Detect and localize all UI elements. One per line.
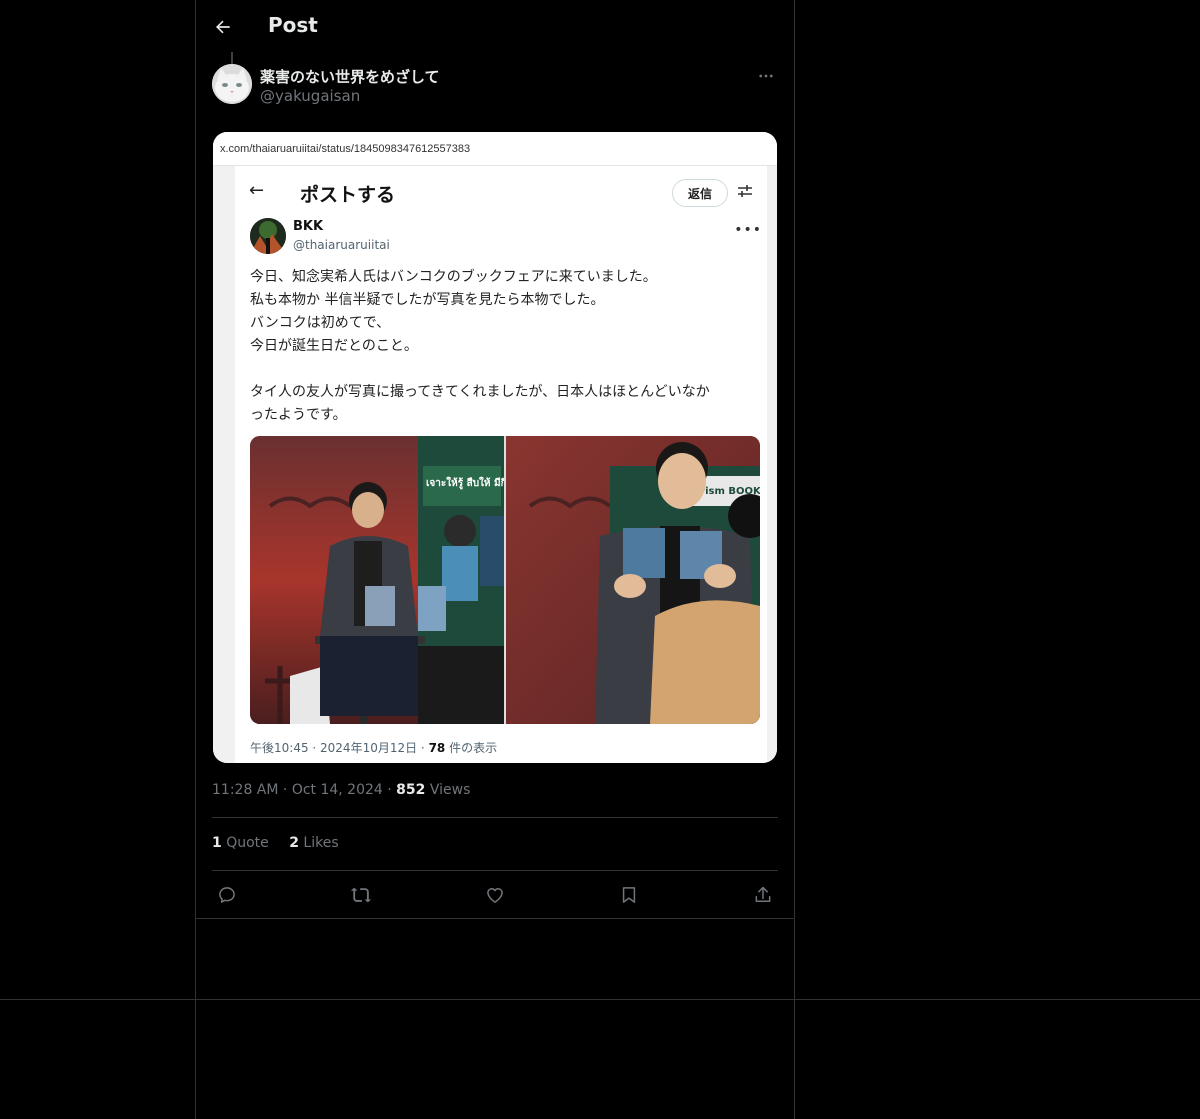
inner-margin-right [767, 166, 777, 763]
divider [212, 870, 778, 871]
sliders-icon [738, 185, 752, 197]
bookmark-icon [622, 887, 636, 903]
views-label: Views [429, 782, 471, 798]
likes-link[interactable]: 2 Likes [289, 835, 338, 851]
arrow-left-icon [216, 20, 230, 34]
more-options-button[interactable] [754, 64, 778, 88]
quotes-link[interactable]: 1 Quote [212, 835, 269, 851]
url-bar: x.com/thaiaruaruiitai/status/18450983476… [213, 132, 777, 166]
reply-icon [219, 887, 235, 903]
inner-text-line: バンコクは初めてで、 [250, 315, 391, 331]
inner-meta-views-count: 78 [428, 741, 446, 755]
inner-author: BKK @thaiaruaruiitai ••• [250, 218, 762, 258]
like-button[interactable] [483, 883, 507, 907]
meta-separator: · [387, 782, 397, 798]
inner-reply-button: 返信 [672, 179, 728, 207]
cat-avatar-image [212, 64, 252, 104]
book-fair-photo: เจาะให้รู้ สืบให้ มีกิโตะ prism BOOK TA [250, 436, 760, 724]
likes-label: Likes [303, 835, 339, 851]
inner-meta: 午後10:45 · 2024年10月12日 · 78 件の表示 [250, 739, 497, 756]
meta-separator: · [282, 782, 292, 798]
inner-text-gap [250, 358, 762, 381]
post-author: 薬害のない世界をめざして @yakugaisan [212, 64, 778, 108]
inner-post-text: 今日、知念実希人氏はバンコクのブックフェアに来ていました。 私も本物か 半信半疑… [250, 266, 762, 427]
reply-button[interactable] [215, 883, 239, 907]
author-display-name[interactable]: 薬害のない世界をめざして [260, 66, 440, 87]
inner-text-line: 今日が誕生日だとのこと。 [250, 338, 418, 354]
back-button[interactable] [206, 10, 240, 44]
post-time[interactable]: 11:28 AM [212, 782, 278, 798]
column-border-right [794, 0, 795, 1119]
bookmark-button[interactable] [617, 883, 641, 907]
author-handle[interactable]: @yakugaisan [260, 87, 360, 105]
repost-icon [350, 887, 372, 903]
inner-meta-views-label: 件の表示 [445, 741, 498, 755]
inner-handle: @thaiaruaruiitai [293, 238, 390, 252]
quote-count: 1 [212, 835, 222, 851]
inner-title: ポストする [300, 184, 396, 206]
inner-meta-time: 午後10:45 · 2024年10月12日 · [250, 741, 429, 755]
post-meta: 11:28 AM · Oct 14, 2024 · 852 Views [212, 782, 470, 798]
inner-text-line: 私も本物か 半信半疑でしたが写真を見たら本物でした。 [250, 292, 605, 308]
top-bar: Post [196, 0, 794, 54]
heart-icon [487, 888, 503, 903]
more-dots-icon [759, 74, 773, 78]
divider [196, 918, 794, 919]
thread-line [231, 52, 233, 64]
likes-count: 2 [289, 835, 299, 851]
share-icon [755, 886, 771, 902]
action-bar [212, 880, 778, 910]
post-date[interactable]: Oct 14, 2024 [292, 782, 383, 798]
avatar[interactable] [212, 64, 252, 104]
views-count: 852 [396, 782, 426, 798]
column-border-left [195, 0, 196, 1119]
post-media-screenshot[interactable]: x.com/thaiaruaruiitai/status/18450983476… [213, 132, 777, 763]
inner-display-name: BKK [293, 219, 324, 234]
inner-avatar-image [250, 218, 286, 254]
quote-label: Quote [226, 835, 269, 851]
inner-avatar [250, 218, 286, 254]
inner-more-icon: ••• [734, 222, 762, 238]
repost-button[interactable] [349, 883, 373, 907]
inner-photo: เจาะให้รู้ สืบให้ มีกิโตะ prism BOOK TA [250, 436, 760, 724]
inner-header: ← ポストする 返信 [235, 166, 767, 218]
share-button[interactable] [751, 883, 775, 907]
inner-text-line: タイ人の友人が写真に撮ってきてくれましたが、日本人はほとんどいなか [250, 384, 710, 400]
post-stats: 1 Quote 2 Likes [212, 835, 355, 851]
inner-back-arrow-icon: ← [249, 180, 265, 201]
inner-text-line: ったようです。 [250, 407, 347, 423]
inner-text-line: 今日、知念実希人氏はバンコクのブックフェアに来ていました。 [250, 269, 657, 285]
page-title: Post [268, 13, 318, 37]
url-text: x.com/thaiaruaruiitai/status/18450983476… [220, 143, 471, 155]
inner-margin-left [213, 166, 235, 763]
divider-bottom [0, 999, 1200, 1000]
divider [212, 817, 778, 818]
